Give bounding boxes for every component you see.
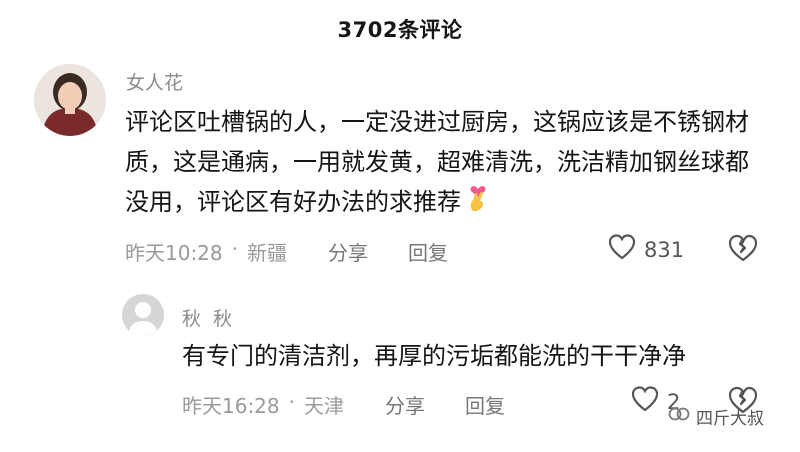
reply-reply-button[interactable]: 回复 (465, 390, 505, 419)
share-button[interactable]: 分享 (328, 237, 368, 266)
like-count: 831 (644, 237, 685, 262)
avatar[interactable] (34, 64, 106, 136)
reply-meta: 昨天16:28 · 天津 分享 回复 (182, 390, 505, 419)
comment-text: 评论区吐槽锅的人，一定没进过厨房，这锅应该是不锈钢材质，这是通病，一用就发黄，超… (125, 102, 765, 224)
reply-text: 有专门的清洁剂，再厚的污垢都能洗的干干净净 (182, 342, 686, 370)
reply-button[interactable]: 回复 (408, 237, 448, 266)
watermark: 四斤大叔 (668, 404, 764, 429)
separator: · (288, 390, 295, 414)
heart-icon (631, 386, 659, 417)
reply-username[interactable]: 秋 秋 (182, 304, 235, 331)
wechat-channel-icon (668, 404, 690, 429)
broken-heart-icon (728, 234, 758, 266)
separator: · (231, 237, 238, 261)
comments-count-title: 3702条评论 (337, 18, 463, 42)
comment-time: 昨天10:28 (125, 241, 223, 265)
reply-location: 天津 (304, 394, 344, 418)
reply-time: 昨天16:28 (182, 394, 280, 418)
dislike-button[interactable] (728, 234, 758, 266)
comment-username[interactable]: 女人花 (126, 68, 183, 95)
crossed-fingers-heart-icon (465, 182, 491, 224)
like-button[interactable]: 831 (608, 234, 684, 265)
reply-share-button[interactable]: 分享 (385, 390, 425, 419)
heart-icon (608, 234, 636, 265)
reply-avatar[interactable] (122, 294, 164, 336)
comment-meta: 昨天10:28 · 新疆 分享 回复 (125, 237, 448, 266)
comment-location: 新疆 (247, 241, 287, 265)
comment-text-content: 评论区吐槽锅的人，一定没进过厨房，这锅应该是不锈钢材质，这是通病，一用就发黄，超… (125, 108, 749, 216)
watermark-text: 四斤大叔 (696, 409, 764, 429)
